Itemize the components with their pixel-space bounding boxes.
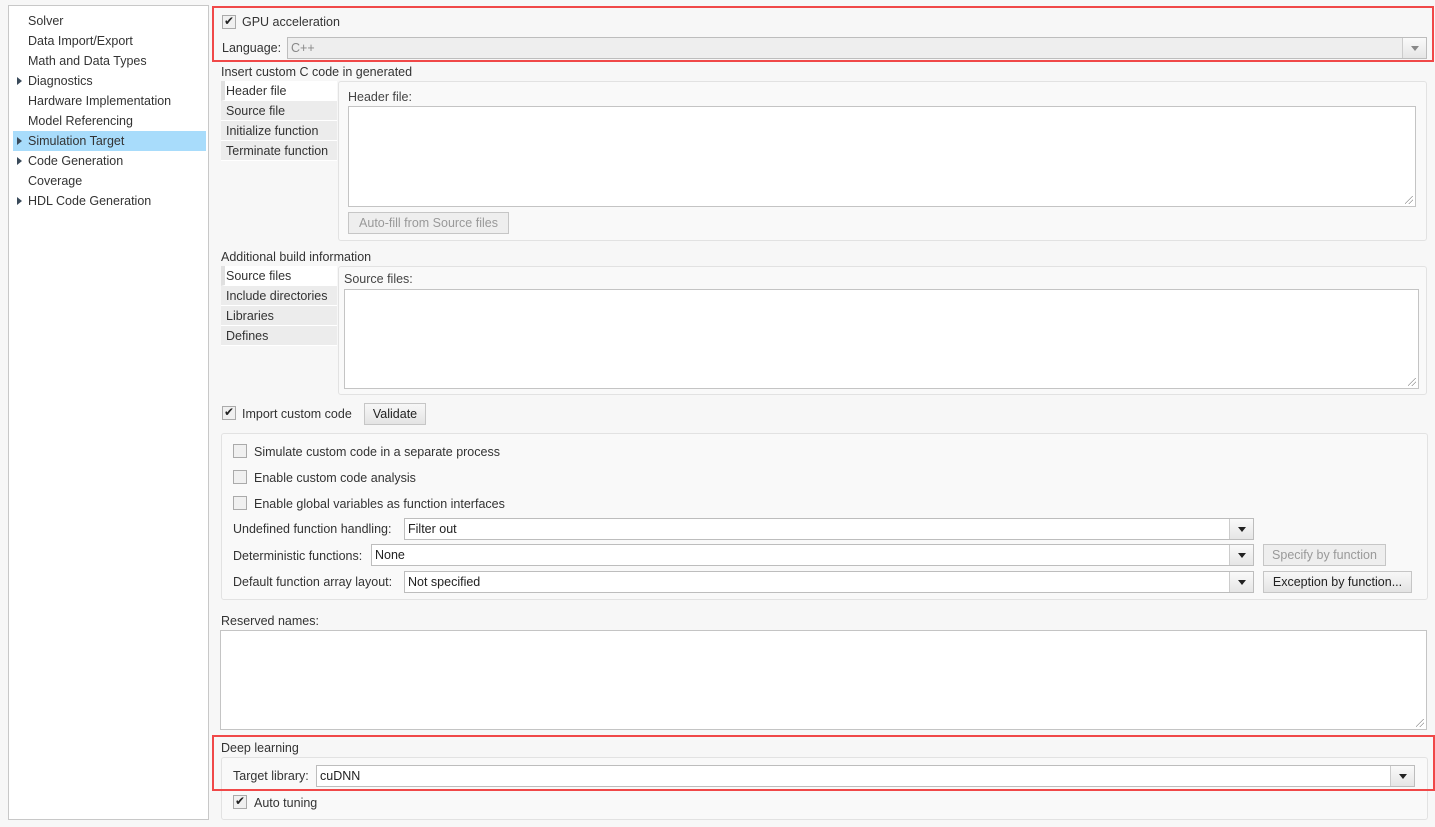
- auto-tuning-label: Auto tuning: [254, 796, 318, 810]
- tab-header-file[interactable]: Header file: [221, 81, 337, 101]
- source-files-textarea[interactable]: [344, 289, 1419, 389]
- tab-source-files[interactable]: Source files: [221, 266, 337, 286]
- label: Coverage: [28, 174, 83, 188]
- header-file-label: Header file:: [348, 90, 412, 104]
- specify-by-function-button[interactable]: Specify by function: [1263, 544, 1386, 566]
- label: Diagnostics: [28, 74, 93, 88]
- simulate-separate-process-checkbox[interactable]: [233, 444, 247, 458]
- deterministic-functions-dropdown[interactable]: None: [371, 544, 1254, 566]
- chevron-down-icon: [1229, 572, 1253, 592]
- tab-terminate-function[interactable]: Terminate function: [221, 141, 337, 161]
- tab-include-directories[interactable]: Include directories: [221, 286, 337, 306]
- enable-custom-code-analysis-label: Enable custom code analysis: [254, 471, 416, 485]
- label: Hardware Implementation: [28, 94, 172, 108]
- chevron-down-icon: [1402, 38, 1426, 58]
- build-info-section-title: Additional build information: [221, 250, 372, 264]
- target-library-dropdown[interactable]: cuDNN: [316, 765, 1415, 787]
- label: Data Import/Export: [28, 34, 133, 48]
- undefined-function-label: Undefined function handling:: [233, 522, 392, 536]
- expand-arrow-icon[interactable]: [17, 77, 22, 85]
- expand-arrow-icon[interactable]: [17, 157, 22, 165]
- sidebar-item-hardware[interactable]: Hardware Implementation: [13, 91, 206, 111]
- chevron-down-icon: [1229, 545, 1253, 565]
- reserved-names-label: Reserved names:: [221, 614, 319, 628]
- sidebar-item-model-referencing[interactable]: Model Referencing: [13, 111, 206, 131]
- label: Model Referencing: [28, 114, 133, 128]
- enable-global-variables-checkbox[interactable]: [233, 496, 247, 510]
- deterministic-functions-label: Deterministic functions:: [233, 549, 363, 563]
- sidebar-item-code-generation[interactable]: Code Generation: [13, 151, 206, 171]
- build-info-tabs: Source files Include directories Librari…: [221, 266, 337, 346]
- import-custom-code-label: Import custom code: [242, 407, 352, 421]
- import-custom-code-checkbox[interactable]: [222, 405, 236, 420]
- sidebar-item-simulation-target[interactable]: Simulation Target: [13, 131, 206, 151]
- sidebar-tree: Solver Data Import/Export Math and Data …: [8, 5, 209, 820]
- array-layout-dropdown[interactable]: Not specified: [404, 571, 1254, 593]
- expand-arrow-icon[interactable]: [17, 197, 22, 205]
- language-value: C++: [291, 41, 315, 55]
- chevron-down-icon: [1229, 519, 1253, 539]
- language-label: Language:: [222, 41, 282, 55]
- array-layout-label: Default function array layout:: [233, 575, 393, 589]
- label: Code Generation: [28, 154, 124, 168]
- sidebar-item-coverage[interactable]: Coverage: [13, 171, 206, 191]
- custom-code-tabs: Header file Source file Initialize funct…: [221, 81, 337, 161]
- expand-arrow-icon[interactable]: [17, 137, 22, 145]
- exception-by-function-button[interactable]: Exception by function...: [1263, 571, 1412, 593]
- dropdown-value: Filter out: [408, 522, 457, 536]
- gpu-acceleration-label: GPU acceleration: [242, 15, 340, 29]
- chevron-down-icon: [1390, 766, 1414, 786]
- gpu-acceleration-checkbox[interactable]: [222, 14, 236, 29]
- validate-button[interactable]: Validate: [364, 403, 426, 425]
- source-files-label: Source files:: [344, 272, 413, 286]
- target-library-label: Target library:: [233, 769, 309, 783]
- sidebar-item-solver[interactable]: Solver: [13, 11, 206, 31]
- tab-initialize-function[interactable]: Initialize function: [221, 121, 337, 141]
- sidebar-item-data-import-export[interactable]: Data Import/Export: [13, 31, 206, 51]
- dropdown-value: cuDNN: [320, 769, 361, 783]
- language-dropdown[interactable]: C++: [287, 37, 1427, 59]
- label: Simulation Target: [28, 134, 125, 148]
- auto-fill-button[interactable]: Auto-fill from Source files: [348, 212, 509, 234]
- simulate-separate-process-label: Simulate custom code in a separate proce…: [254, 445, 500, 459]
- custom-code-section-title: Insert custom C code in generated: [221, 65, 413, 79]
- reserved-names-textarea[interactable]: [220, 630, 1427, 730]
- label: Math and Data Types: [28, 54, 147, 68]
- sidebar-item-hdl-code-generation[interactable]: HDL Code Generation: [13, 191, 206, 211]
- header-file-textarea[interactable]: [348, 106, 1416, 207]
- undefined-function-dropdown[interactable]: Filter out: [404, 518, 1254, 540]
- tab-defines[interactable]: Defines: [221, 326, 337, 346]
- label: Solver: [28, 14, 64, 28]
- sidebar-item-math-data-types[interactable]: Math and Data Types: [13, 51, 206, 71]
- label: HDL Code Generation: [28, 194, 152, 208]
- dropdown-value: None: [375, 548, 405, 562]
- sidebar-item-diagnostics[interactable]: Diagnostics: [13, 71, 206, 91]
- dropdown-value: Not specified: [408, 575, 481, 589]
- auto-tuning-checkbox[interactable]: [233, 794, 247, 809]
- tab-libraries[interactable]: Libraries: [221, 306, 337, 326]
- tab-source-file[interactable]: Source file: [221, 101, 337, 121]
- enable-custom-code-analysis-checkbox[interactable]: [233, 470, 247, 484]
- enable-global-variables-label: Enable global variables as function inte…: [254, 497, 505, 511]
